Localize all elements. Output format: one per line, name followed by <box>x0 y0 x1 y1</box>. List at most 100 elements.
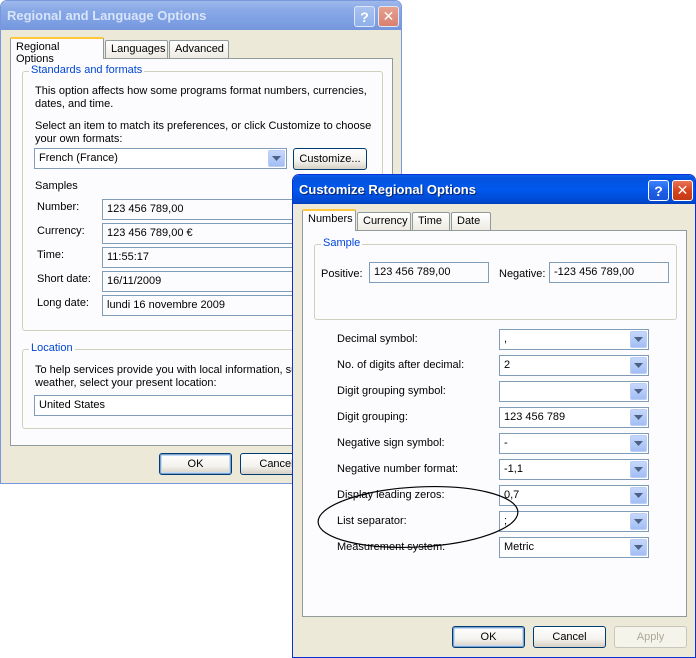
window-title: Regional and Language Options <box>7 8 207 23</box>
select-instruction-cont: your own formats: <box>35 133 123 145</box>
sample-number-value: 123 456 789,00 <box>102 199 302 220</box>
field-text: -123 456 789,00 <box>554 266 635 278</box>
digit-grouping-label: Digit grouping: <box>337 411 408 423</box>
positive-sample-value: 123 456 789,00 <box>369 262 489 283</box>
tab-label: Numbers <box>308 213 353 225</box>
select-instruction: Select an item to match its preferences,… <box>35 120 372 132</box>
chevron-down-icon[interactable] <box>268 150 285 167</box>
field-text: 11:55:17 <box>107 251 150 263</box>
button-label: Customize... <box>299 153 361 165</box>
help-icon: ? <box>360 8 369 25</box>
help-button[interactable]: ? <box>648 180 669 201</box>
location-value: United States <box>39 399 106 411</box>
positive-label: Positive: <box>321 268 363 280</box>
ok-button[interactable]: OK <box>452 626 525 648</box>
help-icon: ? <box>654 182 663 199</box>
customize-button[interactable]: Customize... <box>293 148 367 170</box>
dropdown-value: , <box>504 333 508 345</box>
negative-number-format-label: Negative number format: <box>337 463 459 475</box>
close-icon: ✕ <box>382 8 395 24</box>
tab-date[interactable]: Date <box>451 212 491 231</box>
dropdown-value: -1,1 <box>504 463 523 475</box>
location-description-cont: weather, select your present location: <box>35 377 217 389</box>
dropdown-value: - <box>504 437 508 449</box>
display-leading-zeros-dropdown[interactable]: 0,7 <box>499 485 649 506</box>
tab-label: Advanced <box>175 43 224 55</box>
measurement-system-dropdown[interactable]: Metric <box>499 537 649 558</box>
digit-grouping-symbol-dropdown[interactable] <box>499 381 649 402</box>
field-text: 123 456 789,00 <box>374 266 451 278</box>
chevron-down-icon[interactable] <box>630 487 647 504</box>
sample-time-value: 11:55:17 <box>102 247 302 268</box>
decimal-symbol-label: Decimal symbol: <box>337 333 418 345</box>
group-label: Location <box>29 342 75 354</box>
sample-number-label: Number: <box>37 201 80 213</box>
location-description: To help services provide you with local … <box>35 364 303 376</box>
field-text: lundi 16 novembre 2009 <box>107 299 226 311</box>
chevron-down-icon[interactable] <box>630 435 647 452</box>
tab-numbers[interactable]: Numbers <box>302 209 356 231</box>
button-label: Apply <box>636 631 665 643</box>
chevron-down-icon[interactable] <box>630 357 647 374</box>
tab-currency[interactable]: Currency <box>357 212 411 231</box>
dropdown-value: 2 <box>504 359 511 371</box>
tab-label: Currency <box>363 215 408 227</box>
close-icon: ✕ <box>676 182 689 198</box>
digits-after-decimal-label: No. of digits after decimal: <box>337 359 465 371</box>
digit-grouping-symbol-label: Digit grouping symbol: <box>337 385 446 397</box>
tab-languages[interactable]: Languages <box>105 40 168 59</box>
apply-button: Apply <box>614 626 687 648</box>
tab-label: Regional Options <box>16 41 60 65</box>
chevron-down-icon[interactable] <box>630 539 647 556</box>
sample-short-date-label: Short date: <box>37 273 91 285</box>
help-button[interactable]: ? <box>354 6 375 27</box>
display-leading-zeros-label: Display leading zeros: <box>337 489 445 501</box>
decimal-symbol-dropdown[interactable]: , <box>499 329 649 350</box>
location-dropdown[interactable]: United States <box>34 395 304 416</box>
chevron-down-icon[interactable] <box>630 461 647 478</box>
sample-currency-value: 123 456 789,00 € <box>102 223 302 244</box>
locale-dropdown[interactable]: French (France) <box>34 148 287 169</box>
ok-button[interactable]: OK <box>159 453 232 475</box>
measurement-system-label: Measurement system: <box>337 541 446 553</box>
tab-label: Languages <box>111 43 166 55</box>
negative-sign-symbol-dropdown[interactable]: - <box>499 433 649 454</box>
tab-label: Date <box>457 215 481 227</box>
sample-long-date-value: lundi 16 novembre 2009 <box>102 295 302 316</box>
field-text: 16/11/2009 <box>107 275 162 287</box>
digit-grouping-dropdown[interactable]: 123 456 789 <box>499 407 649 428</box>
samples-label: Samples <box>35 180 78 192</box>
cancel-button[interactable]: Cancel <box>533 626 606 648</box>
button-label: OK <box>187 458 204 470</box>
chevron-down-icon[interactable] <box>630 331 647 348</box>
title-bar[interactable]: Customize Regional Options ? ✕ <box>293 175 695 204</box>
tab-label: Time <box>418 215 443 227</box>
dropdown-value: Metric <box>504 541 534 553</box>
negative-number-format-dropdown[interactable]: -1,1 <box>499 459 649 480</box>
list-separator-dropdown[interactable]: ; <box>499 511 649 532</box>
numbers-panel: Sample Positive: 123 456 789,00 Negative… <box>302 230 687 617</box>
group-label: Standards and formats <box>29 64 145 76</box>
customize-regional-options-window: Customize Regional Options ? ✕ Numbers C… <box>292 174 696 658</box>
sample-long-date-label: Long date: <box>37 297 89 309</box>
tab-advanced[interactable]: Advanced <box>169 40 229 59</box>
title-bar[interactable]: Regional and Language Options ? ✕ <box>1 1 401 30</box>
button-label: Cancel <box>259 458 294 470</box>
close-button[interactable]: ✕ <box>378 6 399 27</box>
digits-after-decimal-dropdown[interactable]: 2 <box>499 355 649 376</box>
locale-value: French (France) <box>39 152 118 164</box>
sample-time-label: Time: <box>37 249 65 261</box>
tab-regional-options[interactable]: Regional Options <box>10 37 104 65</box>
window-title: Customize Regional Options <box>299 182 476 197</box>
standards-description: This option affects how some programs fo… <box>35 85 367 97</box>
chevron-down-icon[interactable] <box>630 513 647 530</box>
sample-short-date-value: 16/11/2009 <box>102 271 302 292</box>
dropdown-value: ; <box>504 515 508 527</box>
dropdown-value: 0,7 <box>504 489 520 501</box>
field-text: 123 456 789,00 <box>107 203 184 215</box>
close-button[interactable]: ✕ <box>672 180 693 201</box>
chevron-down-icon[interactable] <box>630 383 647 400</box>
tab-time[interactable]: Time <box>412 212 450 231</box>
chevron-down-icon[interactable] <box>630 409 647 426</box>
sample-currency-label: Currency: <box>37 225 85 237</box>
